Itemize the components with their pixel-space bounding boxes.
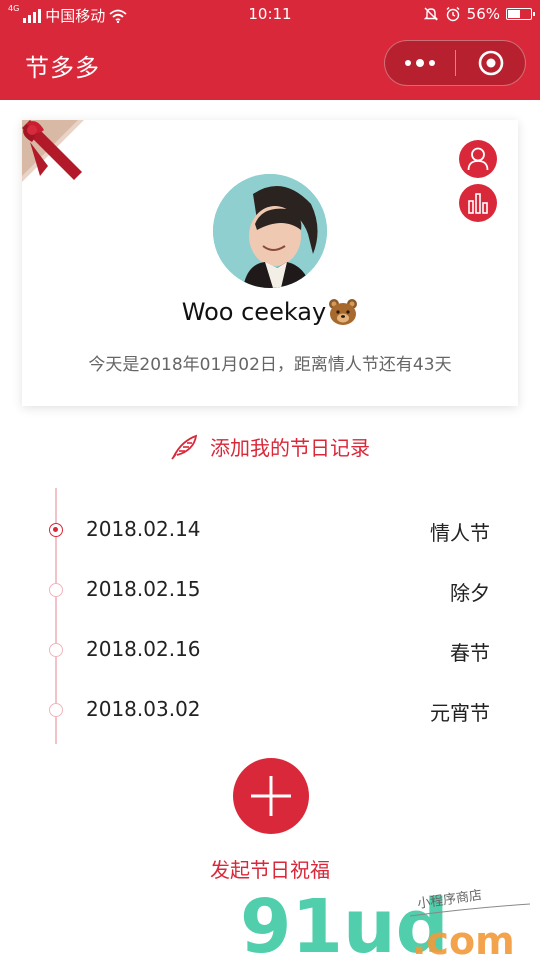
battery-percent: 56%: [466, 5, 500, 23]
profile-button[interactable]: [459, 140, 497, 178]
festival-date: 2018.02.14: [86, 517, 201, 541]
more-menu-button[interactable]: [385, 41, 455, 85]
timeline-dot: [49, 523, 63, 537]
avatar[interactable]: [213, 174, 327, 288]
timeline-row[interactable]: 2018.02.14 情人节: [0, 509, 540, 549]
gift-ribbon-decoration: [22, 120, 84, 182]
festival-date: 2018.02.15: [86, 577, 201, 601]
festival-name: 除夕: [450, 581, 490, 605]
timeline-row[interactable]: 2018.02.16 春节: [0, 629, 540, 669]
timeline-row[interactable]: 2018.02.15 除夕: [0, 569, 540, 609]
timeline-dot: [49, 703, 63, 717]
avatar-photo: [213, 174, 327, 288]
festival-name: 春节: [450, 641, 490, 665]
plus-icon: [251, 776, 291, 816]
launch-blessing-button[interactable]: [233, 758, 309, 834]
festival-date: 2018.03.02: [86, 697, 201, 721]
statistics-button[interactable]: [459, 184, 497, 222]
username: Woo ceekay: [181, 298, 327, 326]
festival-date: 2018.02.16: [86, 637, 201, 661]
timeline-dot: [49, 643, 63, 657]
status-bar: 4G 中国移动 10:11 56%: [0, 0, 540, 30]
mini-program-capsule: [384, 40, 526, 86]
profile-card: Woo ceekay 今天是2018年01月02日，距离情人节还有43天: [22, 120, 518, 406]
add-record-label: 添加我的节日记录: [210, 436, 370, 460]
app-screen: 4G 中国移动 10:11 56% 节多多 Woo ceekay 今天是2018…: [0, 0, 540, 960]
timeline-row[interactable]: 2018.03.02 元宵节: [0, 689, 540, 729]
username-row: Woo ceekay: [22, 298, 518, 326]
mute-bell-icon: [423, 7, 438, 21]
battery-icon: [506, 8, 535, 20]
close-mini-program-button[interactable]: [456, 41, 525, 85]
user-icon: [467, 147, 489, 171]
bar-chart-icon: [468, 193, 488, 214]
alarm-icon: [446, 7, 460, 22]
launch-blessing-label: 发起节日祝福: [210, 858, 330, 882]
target-close-icon: [478, 50, 503, 76]
nav-bar: 节多多: [0, 30, 540, 100]
bear-emoji-icon: [329, 299, 358, 325]
feather-quill-icon: [171, 434, 198, 460]
festival-name: 元宵节: [430, 701, 490, 725]
watermark-logo: 91ud .com 小程序商店: [240, 886, 531, 960]
status-right: 56%: [423, 5, 535, 23]
festival-name: 情人节: [430, 521, 490, 545]
countdown-text: 今天是2018年01月02日，距离情人节还有43天: [88, 355, 452, 375]
page-title: 节多多: [25, 54, 100, 82]
add-record-link[interactable]: 添加我的节日记录: [0, 432, 540, 461]
watermark-domain: .com: [412, 919, 515, 960]
festival-timeline: 2018.02.14 情人节 2018.02.15 除夕 2018.02.16 …: [0, 488, 540, 744]
timeline-dot: [49, 583, 63, 597]
